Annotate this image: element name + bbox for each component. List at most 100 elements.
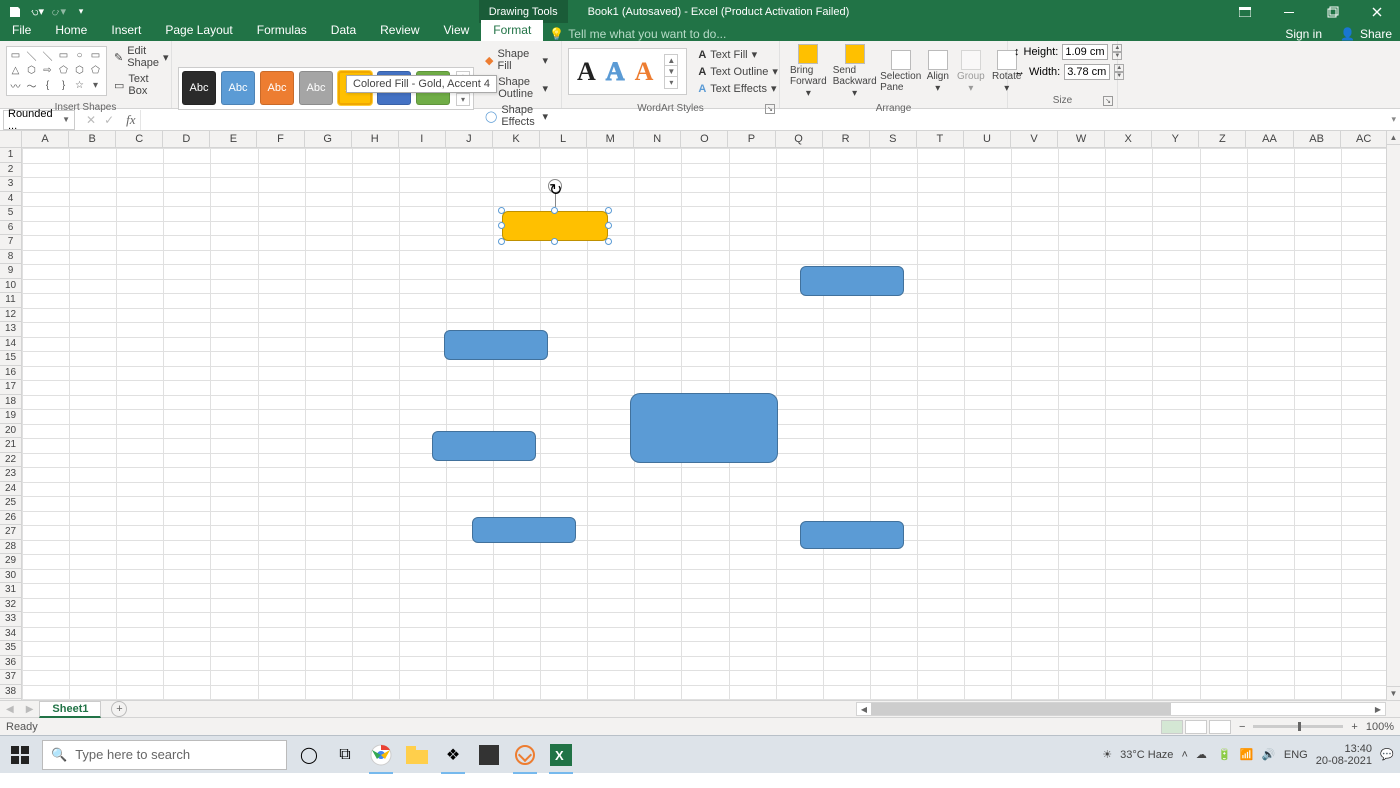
wordart-gallery-spinner[interactable]: ▲▼▾ bbox=[664, 54, 678, 89]
column-header[interactable]: H bbox=[352, 131, 399, 147]
undo-icon[interactable]: ▾ bbox=[30, 5, 44, 19]
row-header[interactable]: 36 bbox=[0, 656, 22, 671]
scroll-left-icon[interactable]: ◀ bbox=[857, 705, 871, 714]
row-header[interactable]: 4 bbox=[0, 192, 22, 207]
column-header[interactable]: N bbox=[634, 131, 681, 147]
vertical-scrollbar[interactable]: ▲ ▼ bbox=[1386, 131, 1400, 700]
row-header[interactable]: 7 bbox=[0, 235, 22, 250]
wordart-preset-1[interactable]: A bbox=[577, 57, 596, 87]
row-header[interactable]: 10 bbox=[0, 279, 22, 294]
text-effects-button[interactable]: AText Effects ▾ bbox=[695, 81, 782, 96]
align-button[interactable]: Align▾ bbox=[923, 50, 953, 94]
row-header[interactable]: 16 bbox=[0, 366, 22, 381]
row-header[interactable]: 26 bbox=[0, 511, 22, 526]
wordart-gallery[interactable]: A A A ▲▼▾ bbox=[568, 48, 687, 95]
row-header[interactable]: 32 bbox=[0, 598, 22, 613]
shape-blue-3[interactable] bbox=[432, 431, 536, 461]
column-header[interactable]: J bbox=[446, 131, 493, 147]
row-header[interactable]: 9 bbox=[0, 264, 22, 279]
shape-rounded-rect-gold[interactable] bbox=[502, 211, 608, 241]
weather-text[interactable]: 33°C Haze bbox=[1120, 749, 1173, 761]
style-swatch-blue[interactable]: Abc bbox=[221, 71, 255, 105]
save-icon[interactable] bbox=[8, 5, 22, 19]
wifi-icon[interactable]: 📶 bbox=[1240, 748, 1254, 762]
select-all-corner[interactable] bbox=[0, 131, 22, 147]
shape-fill-button[interactable]: ◆Shape Fill ▾ bbox=[482, 47, 551, 73]
taskbar-search[interactable]: 🔍 Type here to search bbox=[42, 740, 287, 770]
column-header[interactable]: G bbox=[305, 131, 352, 147]
row-header[interactable]: 23 bbox=[0, 467, 22, 482]
column-header[interactable]: V bbox=[1011, 131, 1058, 147]
redo-icon[interactable]: ▾ bbox=[52, 5, 66, 19]
row-header[interactable]: 5 bbox=[0, 206, 22, 221]
column-header[interactable]: AB bbox=[1294, 131, 1341, 147]
column-header[interactable]: O bbox=[681, 131, 728, 147]
row-header[interactable]: 28 bbox=[0, 540, 22, 555]
style-swatch-orange[interactable]: Abc bbox=[260, 71, 294, 105]
wordart-launcher[interactable]: ↘ bbox=[765, 104, 775, 114]
wordart-preset-2[interactable]: A bbox=[606, 57, 625, 87]
row-header[interactable]: 29 bbox=[0, 554, 22, 569]
row-header[interactable]: 8 bbox=[0, 250, 22, 265]
column-header[interactable]: L bbox=[540, 131, 587, 147]
shape-blue-large[interactable] bbox=[630, 393, 778, 463]
row-header[interactable]: 12 bbox=[0, 308, 22, 323]
tab-format[interactable]: Format bbox=[481, 20, 543, 41]
scroll-up-icon[interactable]: ▲ bbox=[1387, 131, 1400, 145]
column-header[interactable]: AC bbox=[1341, 131, 1388, 147]
column-header[interactable]: F bbox=[257, 131, 304, 147]
tab-insert[interactable]: Insert bbox=[99, 20, 153, 41]
tab-page-layout[interactable]: Page Layout bbox=[153, 20, 244, 41]
edit-shape-button[interactable]: ✎Edit Shape▾ bbox=[111, 44, 172, 70]
view-page-break-button[interactable] bbox=[1209, 720, 1231, 734]
column-header[interactable]: C bbox=[116, 131, 163, 147]
column-header[interactable]: M bbox=[587, 131, 634, 147]
column-header[interactable]: U bbox=[964, 131, 1011, 147]
row-header[interactable]: 20 bbox=[0, 424, 22, 439]
app-icon-dark[interactable] bbox=[475, 741, 503, 769]
name-box-dropdown-icon[interactable]: ▼ bbox=[62, 115, 70, 124]
scroll-down-icon[interactable]: ▼ bbox=[1387, 686, 1400, 700]
column-header[interactable]: P bbox=[728, 131, 775, 147]
shape-blue-5[interactable] bbox=[800, 521, 904, 549]
slack-icon[interactable]: ❖ bbox=[439, 741, 467, 769]
chrome-icon[interactable] bbox=[367, 741, 395, 769]
text-outline-button[interactable]: AText Outline ▾ bbox=[695, 64, 782, 79]
column-header[interactable]: W bbox=[1058, 131, 1105, 147]
weather-icon[interactable]: ☀ bbox=[1102, 748, 1112, 761]
column-header[interactable]: R bbox=[823, 131, 870, 147]
battery-icon[interactable]: 🔋 bbox=[1218, 748, 1232, 762]
hscroll-thumb[interactable] bbox=[871, 703, 1171, 715]
style-swatch-black[interactable]: Abc bbox=[182, 71, 216, 105]
row-header[interactable]: 13 bbox=[0, 322, 22, 337]
shape-blue-2[interactable] bbox=[444, 330, 548, 360]
row-header[interactable]: 15 bbox=[0, 351, 22, 366]
volume-icon[interactable]: 🔊 bbox=[1262, 748, 1276, 762]
minimize-icon[interactable] bbox=[1276, 0, 1302, 23]
row-header[interactable]: 35 bbox=[0, 641, 22, 656]
height-input[interactable] bbox=[1062, 44, 1108, 60]
next-sheet-icon[interactable]: ▶ bbox=[20, 704, 40, 715]
row-header[interactable]: 2 bbox=[0, 163, 22, 178]
tab-file[interactable]: File bbox=[0, 20, 43, 41]
shape-blue-1[interactable] bbox=[800, 266, 904, 296]
width-input[interactable] bbox=[1064, 64, 1110, 80]
explorer-icon[interactable] bbox=[403, 741, 431, 769]
tray-chevron-icon[interactable]: ˄ bbox=[1181, 749, 1187, 761]
close-icon[interactable] bbox=[1364, 0, 1390, 23]
ribbon-display-icon[interactable] bbox=[1232, 0, 1258, 23]
column-header[interactable]: S bbox=[870, 131, 917, 147]
style-swatch-gray[interactable]: Abc bbox=[299, 71, 333, 105]
group-shapes-button[interactable]: Group▾ bbox=[953, 50, 989, 94]
app-icon-orange[interactable] bbox=[511, 741, 539, 769]
row-header[interactable]: 37 bbox=[0, 670, 22, 685]
row-header[interactable]: 27 bbox=[0, 525, 22, 540]
tab-home[interactable]: Home bbox=[43, 20, 99, 41]
row-header[interactable]: 3 bbox=[0, 177, 22, 192]
zoom-slider[interactable] bbox=[1253, 725, 1343, 728]
width-spinner[interactable]: ▲▼ bbox=[1114, 64, 1124, 80]
clock[interactable]: 13:40 20-08-2021 bbox=[1316, 743, 1372, 767]
column-header[interactable]: T bbox=[917, 131, 964, 147]
column-header[interactable]: A bbox=[22, 131, 69, 147]
column-header[interactable]: E bbox=[210, 131, 257, 147]
